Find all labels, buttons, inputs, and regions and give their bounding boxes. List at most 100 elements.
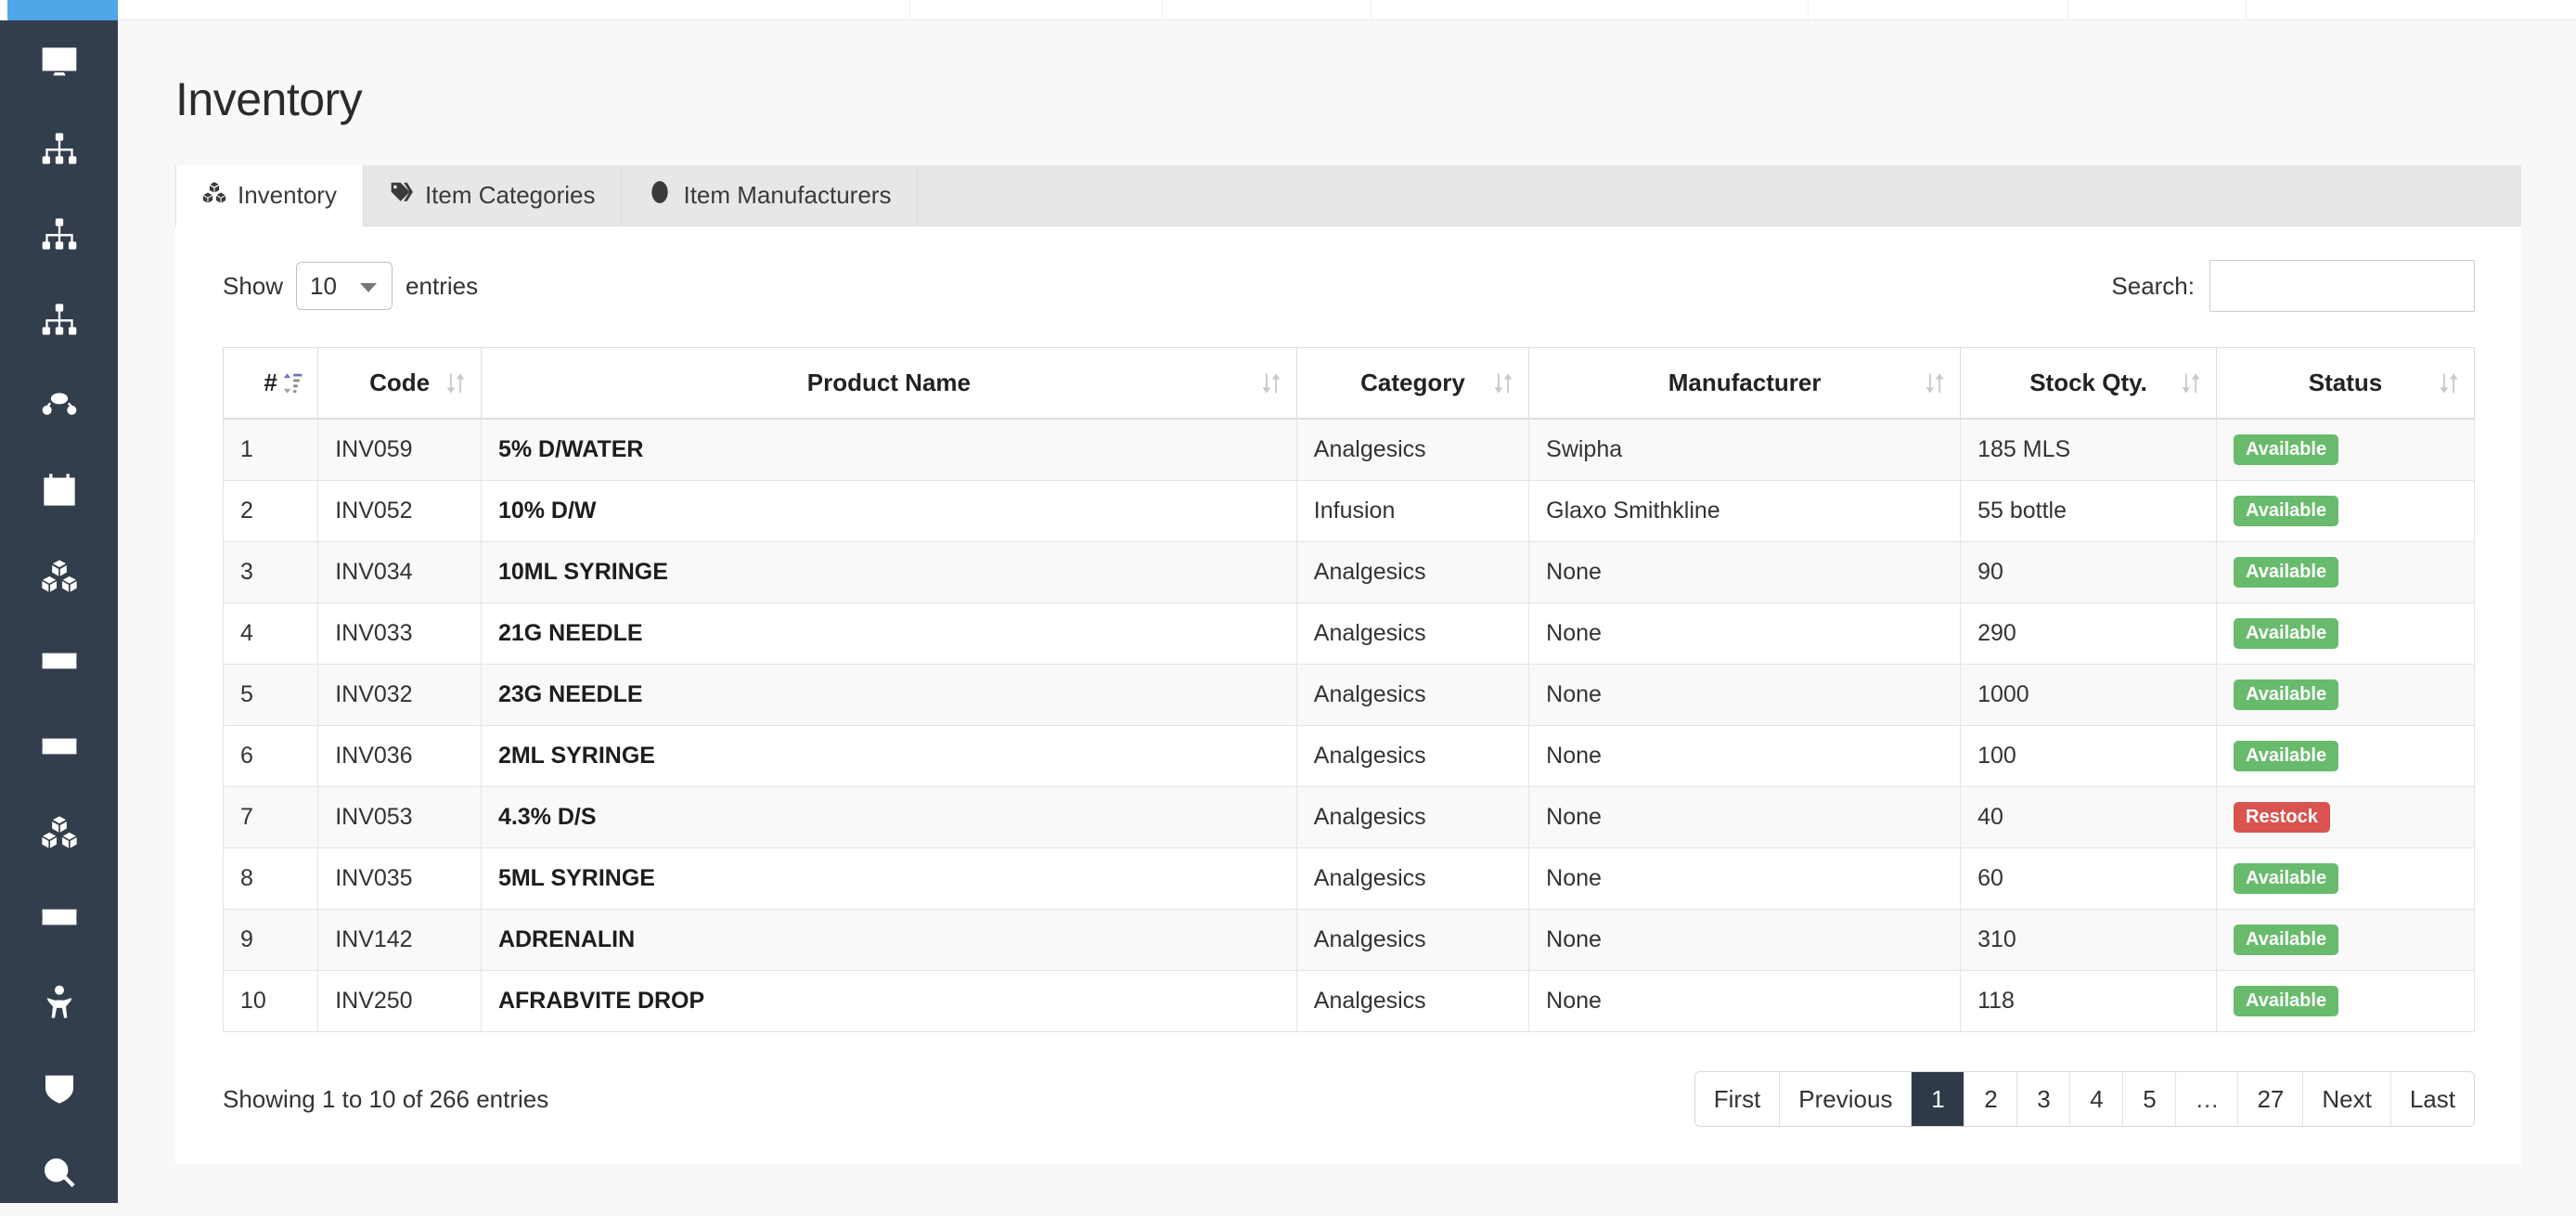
col-header-category[interactable]: Category xyxy=(1295,347,1530,420)
col-header-stock-qty[interactable]: Stock Qty. xyxy=(1960,347,2217,420)
row-manufacturer: None xyxy=(1528,970,1962,1032)
table-row[interactable]: 5 INV032 23G NEEDLE Analgesics None 1000 Avail… xyxy=(222,664,2475,726)
status-badge: Available xyxy=(2234,496,2339,526)
row-status: Available xyxy=(2216,418,2475,481)
row-category: Analgesics xyxy=(1295,786,1530,848)
table-row[interactable]: 1 INV059 5% D/WATER Analgesics Swipha 185 MLS… xyxy=(222,418,2475,481)
row-manufacturer: Glaxo Smithkline xyxy=(1528,480,1962,542)
row-manufacturer: None xyxy=(1528,725,1962,787)
col-label: Stock Qty. xyxy=(2029,369,2147,396)
search-icon xyxy=(41,1155,78,1192)
search-control: Search: xyxy=(2111,260,2475,312)
tab-item-manufacturers[interactable]: Item Manufacturers xyxy=(622,165,919,226)
sidebar-item-pediatrics[interactable] xyxy=(0,960,118,1045)
sort-icon xyxy=(1925,371,1945,395)
col-label: Code xyxy=(369,369,431,396)
pagination-button-first[interactable]: First xyxy=(1694,1072,1781,1126)
pagination-button-last[interactable]: Last xyxy=(2390,1072,2474,1126)
inventory-card: Show 10 entries Search: # Code Product N… xyxy=(175,226,2521,1164)
sidebar-item-sitemap-3[interactable] xyxy=(0,277,118,362)
table-row[interactable]: 3 INV034 10ML SYRINGE Analgesics None 90 Avail… xyxy=(222,541,2475,603)
pagination-button-4[interactable]: 4 xyxy=(2070,1072,2124,1126)
sidebar-item-sitemap-2[interactable] xyxy=(0,191,118,277)
sidebar-item-calendar[interactable] xyxy=(0,447,118,533)
row-manufacturer: None xyxy=(1528,602,1962,665)
main-content: Inventory Inventory Item Categories Item… xyxy=(118,20,2576,1203)
pagination-button-[interactable]: … xyxy=(2176,1072,2239,1126)
row-category: Analgesics xyxy=(1295,970,1530,1032)
sidebar-item-users[interactable] xyxy=(0,362,118,447)
row-category: Analgesics xyxy=(1295,725,1530,787)
status-badge: Available xyxy=(2234,986,2339,1016)
pagination-button-next[interactable]: Next xyxy=(2303,1072,2391,1126)
sidebar-item-security[interactable] xyxy=(0,1045,118,1131)
sidebar-item-dashboard[interactable] xyxy=(0,20,118,106)
inventory-table-wrapper: # Code Product Name Category Manufacture… xyxy=(176,312,2521,1032)
col-header-manufacturer[interactable]: Manufacturer xyxy=(1528,347,1962,420)
table-head: # Code Product Name Category Manufacture… xyxy=(222,347,2475,420)
row-stock-qty: 1000 xyxy=(1960,664,2217,726)
pagination-button-2[interactable]: 2 xyxy=(1964,1072,2018,1126)
table-row[interactable]: 2 INV052 10% D/W Infusion Glaxo Smithkline 55… xyxy=(222,480,2475,542)
page-length-value: 10 xyxy=(310,271,337,300)
col-label: Manufacturer xyxy=(1668,369,1822,396)
sidebar-item-billing-2[interactable] xyxy=(0,704,118,789)
sort-amount-asc-icon xyxy=(282,371,303,395)
calendar-icon xyxy=(41,472,78,509)
tab-label: Inventory xyxy=(238,181,337,209)
row-category: Analgesics xyxy=(1295,664,1530,726)
row-stock-qty: 118 xyxy=(1960,970,2217,1032)
row-product-name: 23G NEEDLE xyxy=(480,664,1297,726)
row-index: 2 xyxy=(222,480,319,542)
sitemap-icon xyxy=(41,215,78,252)
col-header-code[interactable]: Code xyxy=(317,347,482,420)
sidebar-item-inventory[interactable] xyxy=(0,533,118,618)
row-index: 6 xyxy=(222,725,319,787)
status-badge: Available xyxy=(2234,434,2339,465)
row-stock-qty: 185 MLS xyxy=(1960,418,2217,481)
pagination: First Previous 1 2 3 4 5… 27 Next Last xyxy=(1694,1071,2475,1127)
sidebar-item-sitemap-1[interactable] xyxy=(0,106,118,191)
sidebar-nav xyxy=(0,20,118,1203)
col-header-status[interactable]: Status xyxy=(2216,347,2475,420)
table-row[interactable]: 8 INV035 5ML SYRINGE Analgesics None 60 Availa… xyxy=(222,847,2475,910)
row-product-name: 4.3% D/S xyxy=(480,786,1297,848)
tab-item-categories[interactable]: Item Categories xyxy=(364,165,623,226)
row-product-name: 5% D/WATER xyxy=(480,418,1297,481)
table-row[interactable]: 7 INV053 4.3% D/S Analgesics None 40 Restock xyxy=(222,786,2475,848)
tab-label: Item Manufacturers xyxy=(683,181,892,209)
table-footer: Showing 1 to 10 of 266 entries First Prev… xyxy=(176,1032,2521,1164)
sidebar-item-billing-1[interactable] xyxy=(0,618,118,704)
row-code: INV035 xyxy=(317,847,482,910)
row-product-name: 2ML SYRINGE xyxy=(480,725,1297,787)
row-index: 5 xyxy=(222,664,319,726)
sidebar-item-stock[interactable] xyxy=(0,789,118,874)
pagination-button-5[interactable]: 5 xyxy=(2123,1072,2177,1126)
col-header-index[interactable]: # xyxy=(222,347,319,420)
row-product-name: 10ML SYRINGE xyxy=(480,541,1297,603)
row-manufacturer: None xyxy=(1528,909,1962,971)
search-input[interactable] xyxy=(2209,260,2475,312)
tab-inventory[interactable]: Inventory xyxy=(175,165,364,226)
table-row[interactable]: 10 INV250 AFRABVITE DROP Analgesics None 118 A… xyxy=(222,970,2475,1032)
row-status: Restock xyxy=(2216,786,2475,848)
brand-logo-block[interactable] xyxy=(7,0,118,20)
status-badge: Available xyxy=(2234,925,2339,955)
sidebar-item-billing-3[interactable] xyxy=(0,874,118,960)
col-label: Status xyxy=(2308,369,2383,396)
pagination-button-previous[interactable]: Previous xyxy=(1780,1072,1913,1126)
sidebar-item-search[interactable] xyxy=(0,1131,118,1216)
page-length-select[interactable]: 10 xyxy=(296,262,393,310)
money-bill-icon xyxy=(41,728,78,765)
col-header-product-name[interactable]: Product Name xyxy=(480,347,1297,420)
pagination-button-27[interactable]: 27 xyxy=(2238,1072,2304,1126)
pagination-button-3[interactable]: 3 xyxy=(2017,1072,2071,1126)
pagination-button-1[interactable]: 1 xyxy=(1912,1072,1965,1126)
row-product-name: ADRENALIN xyxy=(480,909,1297,971)
table-row[interactable]: 4 INV033 21G NEEDLE Analgesics None 290 Availa… xyxy=(222,602,2475,665)
table-row[interactable]: 6 INV036 2ML SYRINGE Analgesics None 100 Avail… xyxy=(222,725,2475,787)
row-index: 7 xyxy=(222,786,319,848)
tab-label: Item Categories xyxy=(424,181,596,209)
row-stock-qty: 100 xyxy=(1960,725,2217,787)
table-row[interactable]: 9 INV142 ADRENALIN Analgesics None 310 Availab… xyxy=(222,909,2475,971)
